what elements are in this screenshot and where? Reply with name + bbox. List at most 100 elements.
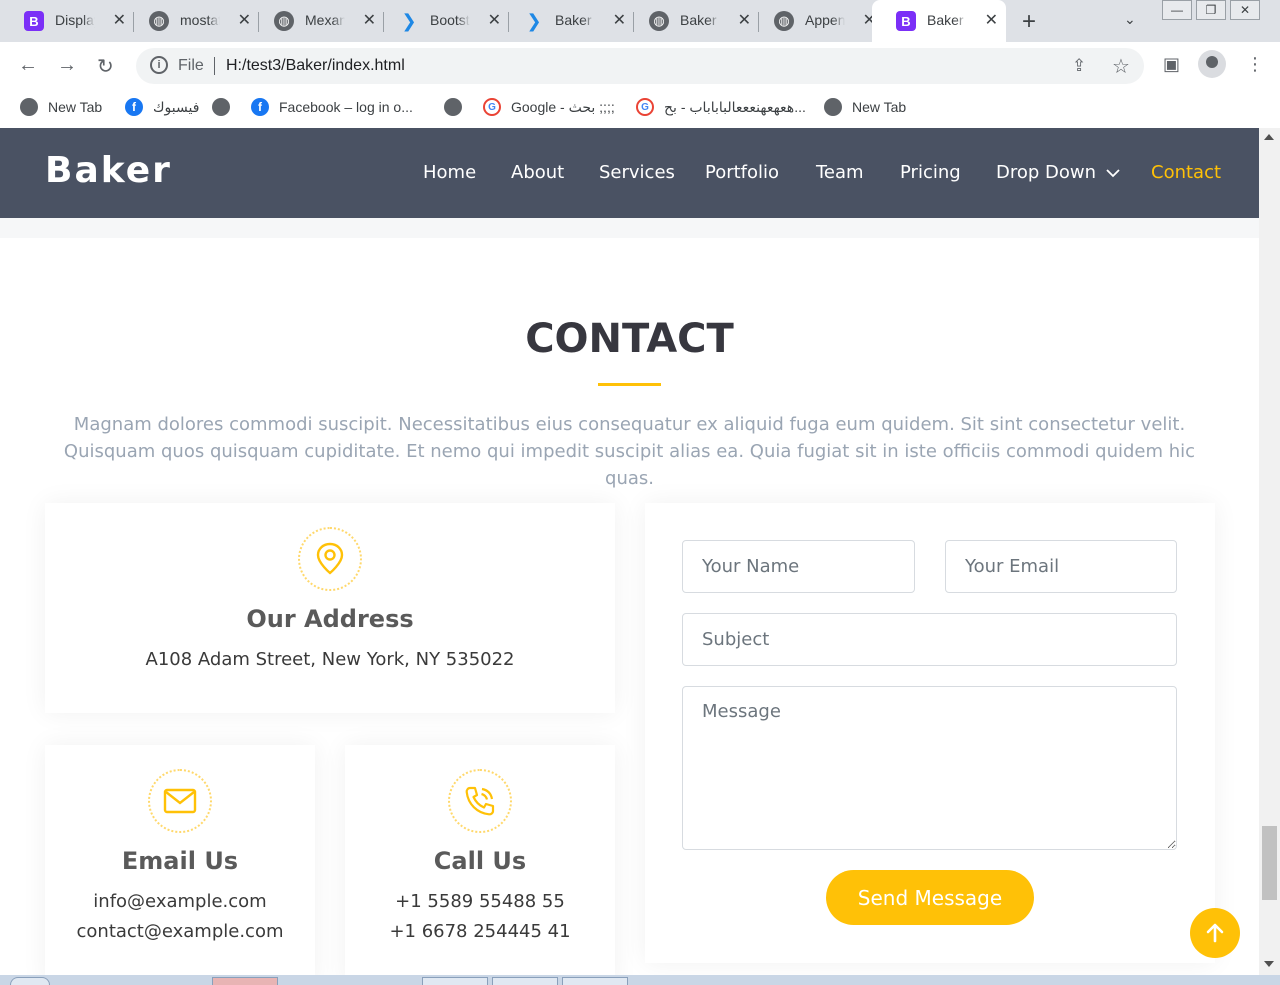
tab-title: mostaf — [180, 12, 220, 28]
close-icon[interactable]: ✕ — [985, 10, 998, 30]
minimize-icon[interactable]: — — [1162, 0, 1192, 20]
os-taskbar — [0, 975, 1280, 985]
close-icon[interactable]: ✕ — [613, 10, 626, 30]
url-text[interactable]: H:/test3/Baker/index.html — [226, 57, 405, 75]
close-icon[interactable]: ✕ — [238, 10, 251, 30]
email-line-2[interactable]: contact@example.com — [45, 921, 315, 942]
kebab-menu-icon[interactable]: ⋮ — [1246, 54, 1264, 75]
section-description: Magnam dolores commodi suscipit. Necessi… — [63, 414, 1196, 489]
close-window-icon[interactable]: ✕ — [1230, 0, 1260, 20]
site-logo[interactable]: Baker — [45, 150, 172, 191]
browser-tab[interactable]: ◍ Appen ✕ — [750, 0, 884, 42]
share-icon[interactable]: ⇪ — [1072, 56, 1086, 76]
url-scheme: File — [178, 57, 204, 74]
close-icon[interactable]: ✕ — [488, 10, 501, 30]
name-input[interactable] — [682, 540, 915, 593]
nav-contact[interactable]: Contact — [1151, 162, 1221, 183]
header-bottom-strip — [0, 218, 1259, 238]
info-icon[interactable]: i — [150, 56, 168, 74]
taskbar-app[interactable] — [422, 977, 488, 985]
bookmark-item[interactable] — [212, 98, 240, 116]
nav-team[interactable]: Team — [816, 162, 864, 183]
browser-tab[interactable]: ❯ Bootst ✕ — [375, 0, 509, 42]
new-tab-button[interactable]: + — [1022, 8, 1036, 36]
tab-title: Display — [55, 12, 95, 28]
phone-line-2[interactable]: +1 6678 254445 41 — [345, 921, 615, 942]
browser-tab-active[interactable]: B Baker ✕ — [872, 0, 1006, 42]
envelope-icon — [148, 769, 212, 833]
close-icon[interactable]: ✕ — [113, 10, 126, 30]
tab-title: Appen — [805, 12, 845, 28]
back-to-top-button[interactable] — [1190, 908, 1240, 958]
address-card: Our Address A108 Adam Street, New York, … — [45, 503, 615, 713]
forward-arrow-icon[interactable]: → — [57, 54, 77, 77]
bookmark-label: فيسبوك — [153, 98, 200, 115]
scrollbar-thumb[interactable] — [1262, 826, 1277, 900]
tab-title: Mexan — [305, 12, 345, 28]
nav-portfolio[interactable]: Portfolio — [705, 162, 779, 183]
profile-avatar-icon[interactable] — [1198, 50, 1226, 78]
email-card: Email Us info@example.com contact@exampl… — [45, 745, 315, 975]
browser-tab[interactable]: B Display ✕ — [0, 0, 134, 42]
google-icon: G — [483, 98, 501, 116]
email-line-1[interactable]: info@example.com — [45, 891, 315, 912]
nav-pricing[interactable]: Pricing — [900, 162, 961, 183]
bookmark-item[interactable]: f Facebook – log in o... — [251, 98, 413, 116]
bookmarks-bar: New Tab f فيسبوك f Facebook – log in o..… — [0, 90, 1280, 128]
nav-dropdown[interactable]: Drop Down — [996, 162, 1120, 183]
close-icon[interactable]: ✕ — [738, 10, 751, 30]
globe-icon — [444, 98, 462, 116]
globe-icon: ◍ — [149, 11, 169, 31]
side-panel-icon[interactable]: ▣ — [1163, 54, 1180, 75]
nav-about[interactable]: About — [511, 162, 564, 183]
section-title: CONTACT — [525, 316, 734, 362]
browser-tab[interactable]: ◍ Mexan ✕ — [250, 0, 384, 42]
bookmark-item[interactable]: New Tab — [824, 98, 906, 116]
bookmark-item[interactable] — [444, 98, 472, 116]
email-title: Email Us — [121, 847, 239, 875]
browser-tab[interactable]: ◍ mostaf ✕ — [125, 0, 259, 42]
subject-input[interactable] — [682, 613, 1177, 666]
message-textarea[interactable] — [682, 686, 1177, 850]
title-underline — [598, 383, 661, 386]
tailwind-icon: ❯ — [401, 10, 417, 31]
page-scrollbar[interactable] — [1259, 128, 1280, 975]
browser-toolbar: ← → ↻ i File H:/test3/Baker/index.html ⇪… — [0, 42, 1280, 90]
bookmark-item[interactable]: G Google - بحث ;;;; — [483, 98, 615, 116]
taskbar-app[interactable] — [492, 977, 558, 985]
arrow-up-icon — [1206, 923, 1224, 943]
chevron-down-icon — [1106, 169, 1120, 178]
restore-icon[interactable]: ❐ — [1196, 0, 1226, 20]
globe-icon — [20, 98, 38, 116]
address-bar[interactable]: i File H:/test3/Baker/index.html ⇪ ☆ — [136, 48, 1144, 84]
close-icon[interactable]: ✕ — [363, 10, 376, 30]
taskbar-start-button[interactable] — [10, 977, 50, 985]
bookmark-label: Google - بحث ;;;; — [511, 98, 615, 115]
bookmark-label: New Tab — [48, 99, 103, 115]
window-controls: — ❐ ✕ — [1158, 0, 1260, 20]
web-page: Baker Home About Services Portfolio Team… — [0, 128, 1259, 975]
taskbar-app[interactable] — [562, 977, 628, 985]
browser-tab[interactable]: ❯ Baker ✕ — [500, 0, 634, 42]
phone-line-1[interactable]: +1 5589 55488 55 — [345, 891, 615, 912]
browser-tab[interactable]: ◍ Baker ✕ — [625, 0, 759, 42]
bootstrap-icon: B — [896, 11, 916, 31]
email-input[interactable] — [945, 540, 1177, 593]
map-pin-icon — [298, 527, 362, 591]
reload-icon[interactable]: ↻ — [97, 54, 114, 79]
bookmark-item[interactable]: New Tab — [20, 98, 102, 116]
scroll-up-arrow-icon[interactable] — [1264, 134, 1274, 140]
bookmark-star-icon[interactable]: ☆ — [1112, 54, 1130, 79]
bookmark-label: Facebook – log in o... — [279, 99, 413, 115]
bookmark-label: هعهعهنعععالباباباب - بح... — [664, 98, 806, 115]
nav-home[interactable]: Home — [423, 162, 476, 183]
bookmark-item[interactable]: G هعهعهنعععالباباباب - بح... — [636, 98, 806, 116]
tab-search-chevron-icon[interactable]: ⌄ — [1124, 11, 1136, 28]
bookmark-item[interactable]: f فيسبوك — [125, 98, 199, 116]
back-arrow-icon[interactable]: ← — [18, 54, 38, 77]
phone-title: Call Us — [433, 847, 527, 875]
send-message-button[interactable]: Send Message — [826, 870, 1034, 925]
taskbar-app[interactable] — [212, 977, 278, 985]
scroll-down-arrow-icon[interactable] — [1264, 961, 1274, 967]
nav-services[interactable]: Services — [599, 162, 675, 183]
